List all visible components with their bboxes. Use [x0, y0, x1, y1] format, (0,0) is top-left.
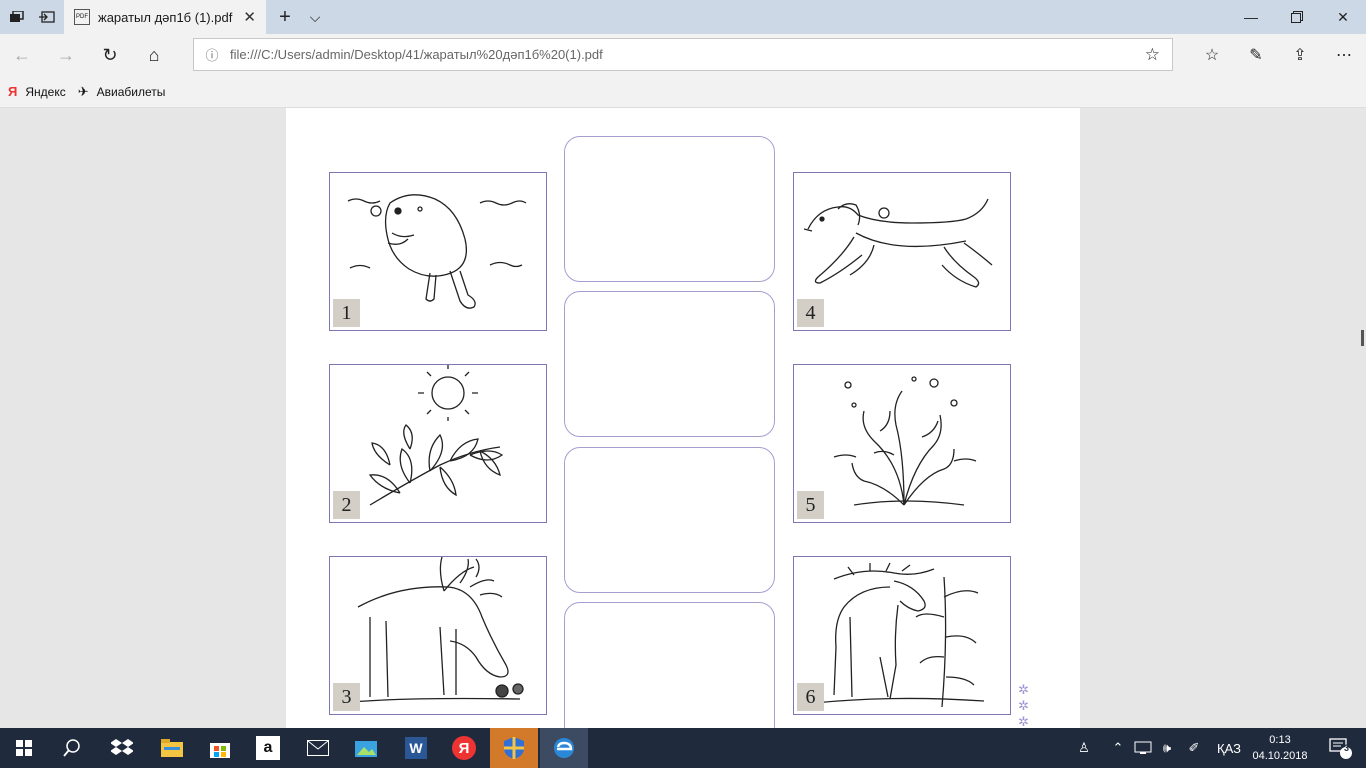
pen-icon[interactable]: ✎ [1234, 34, 1278, 76]
notification-count: 3 [1344, 743, 1350, 753]
home-icon[interactable]: ⌂ [132, 34, 176, 76]
favorites-bar: Я Яндекс ✈ Авиабилеты [0, 76, 1366, 108]
pdf-viewer[interactable]: 1 2 3 4 5 6 ✲ ✲ ✲ [0, 108, 1366, 728]
taskbar: a W Я ♙ ⌃ 🕪 ✐ ҚАЗ 0:13 04.10.2018 3 [0, 728, 1366, 768]
pdf-icon: PDF [74, 9, 90, 25]
volume-icon[interactable]: 🕪 [1156, 728, 1178, 768]
photos-icon[interactable] [342, 728, 390, 768]
yandex-browser-icon[interactable]: Я [440, 728, 488, 768]
dropbox-icon[interactable] [98, 728, 146, 768]
moose-drawing [813, 562, 985, 708]
refresh-icon[interactable]: ↻ [88, 34, 132, 76]
tab-list-chevron-icon[interactable]: ⌵ [300, 0, 330, 34]
share-icon[interactable]: ⇪ [1278, 34, 1322, 76]
action-center-icon[interactable]: 3 [1318, 728, 1362, 768]
search-icon[interactable] [48, 728, 96, 768]
card-number: 2 [333, 491, 360, 519]
address-bar[interactable]: ⓘ file:///C:/Users/admin/Desktop/41/жара… [193, 38, 1173, 71]
tab-title: жаратыл дәп1б (1).pdf [98, 9, 233, 25]
snowflake-icon: ✲ [1018, 682, 1029, 697]
title-bar: PDF жаратыл дәп1б (1).pdf ✕ + ⌵ — ✕ [0, 0, 1366, 34]
answer-slot[interactable] [564, 602, 775, 728]
card-number: 3 [333, 683, 360, 711]
seaweed-drawing [833, 376, 977, 506]
pen-workspace-icon[interactable]: ✐ [1182, 728, 1206, 768]
favorite-yandex[interactable]: Я Яндекс [8, 84, 66, 99]
favorite-label: Яндекс [25, 84, 66, 99]
new-tab-button[interactable]: + [270, 0, 300, 34]
clock-time: 0:13 [1269, 734, 1291, 746]
picture-card-dog: 4 [793, 172, 1011, 331]
close-window-button[interactable]: ✕ [1320, 0, 1366, 34]
snowflake-icon: ✲ [1018, 714, 1029, 728]
tab-manager-icon[interactable] [2, 0, 32, 34]
restore-button[interactable] [1274, 0, 1320, 34]
scrollbar-thumb[interactable] [1361, 330, 1364, 346]
site-info-icon[interactable]: ⓘ [194, 45, 230, 64]
branch-drawing [368, 365, 504, 506]
back-arrow-icon[interactable]: ← [0, 34, 44, 76]
security-shield-icon[interactable] [490, 728, 538, 768]
clock-date: 04.10.2018 [1252, 750, 1308, 762]
amazon-icon[interactable]: a [244, 728, 292, 768]
favorites-list-icon[interactable]: ☆ [1190, 34, 1234, 76]
tab-active[interactable]: PDF жаратыл дәп1б (1).pdf ✕ [64, 0, 266, 34]
card-number: 4 [797, 299, 824, 327]
picture-card-reindeer: 3 [329, 556, 547, 715]
pdf-page: 1 2 3 4 5 6 ✲ ✲ ✲ [286, 108, 1080, 728]
dog-drawing [803, 198, 993, 288]
card-number: 1 [333, 299, 360, 327]
snowflake-icon: ✲ [1018, 698, 1029, 713]
yandex-icon: Я [8, 84, 18, 99]
picture-card-moose: 6 [793, 556, 1011, 715]
tray-chevron-icon[interactable]: ⌃ [1108, 728, 1128, 768]
file-explorer-icon[interactable] [148, 728, 196, 768]
card-number: 5 [797, 491, 824, 519]
favorite-star-icon[interactable]: ☆ [1145, 45, 1160, 65]
favorite-aviabilety[interactable]: ✈ Авиабилеты [78, 84, 166, 100]
picture-card-branch: 2 [329, 364, 547, 523]
minimize-button[interactable]: — [1228, 0, 1274, 34]
tab-preview-icon[interactable] [32, 0, 62, 34]
plane-icon: ✈ [77, 83, 89, 99]
more-icon[interactable]: ⋯ [1322, 34, 1366, 76]
navigation-bar: ← → ↻ ⌂ ⓘ file:///C:/Users/admin/Desktop… [0, 34, 1366, 76]
answer-slot[interactable] [564, 136, 775, 282]
favorite-label: Авиабилеты [96, 84, 166, 99]
reindeer-drawing [339, 557, 524, 704]
edge-browser-icon[interactable] [540, 728, 588, 768]
start-windows-icon[interactable] [0, 728, 48, 768]
network-icon[interactable] [1132, 728, 1154, 768]
answer-slot[interactable] [564, 291, 775, 437]
word-icon[interactable]: W [392, 728, 440, 768]
tab-close-icon[interactable]: ✕ [243, 8, 256, 26]
card-number: 6 [797, 683, 824, 711]
forward-arrow-icon[interactable]: → [44, 34, 88, 76]
picture-card-seaweed: 5 [793, 364, 1011, 523]
clock[interactable]: 0:13 04.10.2018 [1250, 732, 1310, 764]
store-icon[interactable] [196, 728, 244, 768]
language-indicator[interactable]: ҚАЗ [1212, 728, 1246, 768]
people-icon[interactable]: ♙ [1072, 728, 1096, 768]
beaver-drawing [347, 194, 527, 309]
picture-card-beaver: 1 [329, 172, 547, 331]
answer-slot[interactable] [564, 447, 775, 593]
mail-icon[interactable] [294, 728, 342, 768]
address-url[interactable]: file:///C:/Users/admin/Desktop/41/жараты… [230, 47, 603, 62]
